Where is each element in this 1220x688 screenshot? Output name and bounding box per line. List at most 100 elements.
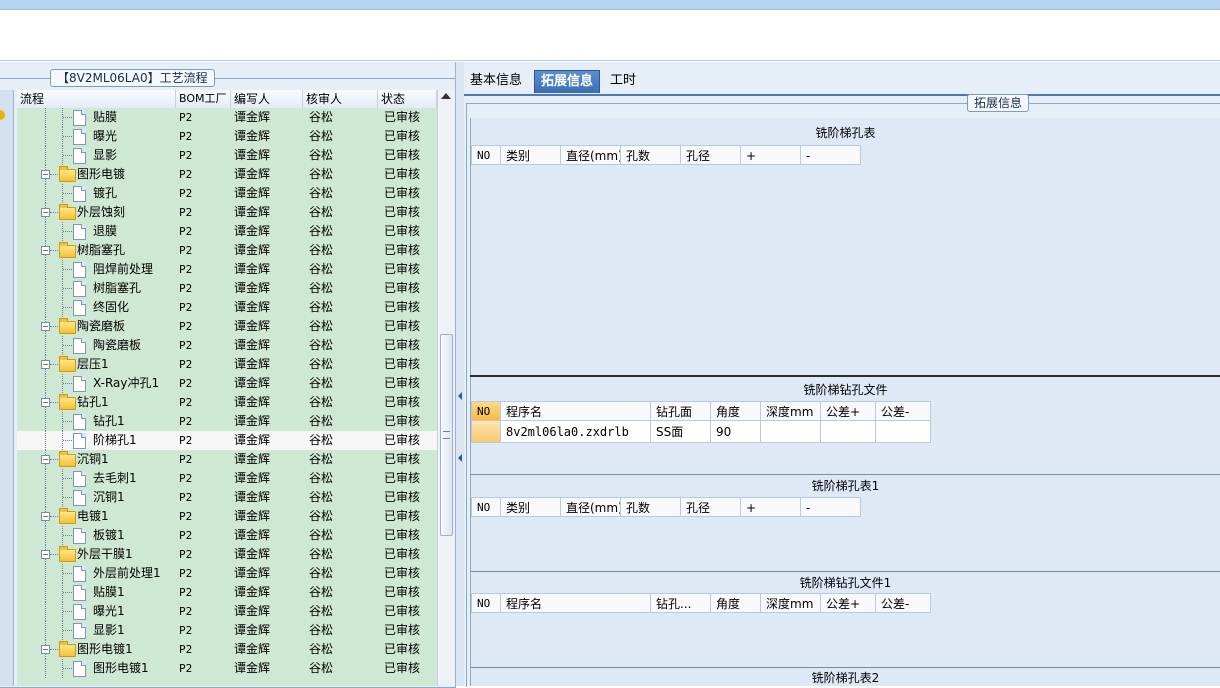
scroll-up-arrow-icon[interactable] <box>441 93 451 99</box>
col-tol-plus[interactable]: 公差+ <box>821 593 876 613</box>
collapse-toggle-icon[interactable]: − <box>41 322 50 331</box>
col-program-name[interactable]: 程序名 <box>501 593 651 613</box>
collapse-toggle-icon[interactable]: − <box>41 398 50 407</box>
tree-row[interactable]: 贴膜1 P2 谭金辉 谷松 已审核 <box>17 583 437 602</box>
col-diameter[interactable]: 直径(mm) <box>561 145 621 165</box>
tree-row[interactable]: − 外层干膜1 P2 谭金辉 谷松 已审核 <box>17 545 437 564</box>
tab-extended-info[interactable]: 拓展信息 <box>534 70 601 93</box>
tree-row[interactable]: 镀孔 P2 谭金辉 谷松 已审核 <box>17 184 437 203</box>
collapse-toggle-icon[interactable]: − <box>41 550 50 559</box>
cell-depth[interactable] <box>761 421 821 443</box>
collapse-toggle-icon[interactable]: − <box>41 208 50 217</box>
tab-basic-info[interactable]: 基本信息 <box>464 70 528 92</box>
tree-row[interactable]: 显影1 P2 谭金辉 谷松 已审核 <box>17 621 437 640</box>
col-no[interactable]: NO <box>471 145 501 165</box>
tree-row[interactable]: 贴膜 P2 谭金辉 谷松 已审核 <box>17 108 437 127</box>
col-category[interactable]: 类别 <box>501 497 561 517</box>
col-hole-size[interactable]: 孔径 <box>681 145 741 165</box>
cell-drill-side[interactable]: SS面 <box>651 421 711 443</box>
tree-scrollbar[interactable] <box>437 90 454 686</box>
tree-row[interactable]: 阻焊前处理 P2 谭金辉 谷松 已审核 <box>17 260 437 279</box>
col-hole-count[interactable]: 孔数 <box>621 497 681 517</box>
tree-row[interactable]: 退膜 P2 谭金辉 谷松 已审核 <box>17 222 437 241</box>
tree-row[interactable]: 图形电镀1 P2 谭金辉 谷松 已审核 <box>17 659 437 678</box>
splitter-arrow-icon[interactable] <box>458 454 462 462</box>
col-program-name[interactable]: 程序名 <box>501 401 651 421</box>
col-tol-minus[interactable]: 公差- <box>876 401 931 421</box>
tree-row[interactable]: − 图形电镀 P2 谭金辉 谷松 已审核 <box>17 165 437 184</box>
cell-tol-plus[interactable] <box>821 421 876 443</box>
col-depth[interactable]: 深度mm <box>761 401 821 421</box>
cell-angle[interactable]: 90 <box>711 421 761 443</box>
col-minus[interactable]: - <box>801 145 861 165</box>
col-hole-size[interactable]: 孔径 <box>681 497 741 517</box>
splitter-arrow-icon[interactable] <box>458 392 462 400</box>
col-category[interactable]: 类别 <box>501 145 561 165</box>
col-drill-side[interactable]: 钻孔面 <box>651 401 711 421</box>
cell-editor: 谭金辉 <box>234 243 271 257</box>
col-bom[interactable]: BOM工厂 <box>176 90 231 108</box>
step-hole-table1-section: 铣阶梯孔表1 NO 类别 直径(mm) 孔数 孔径 + - <box>471 475 1220 571</box>
left-collapse-strip[interactable] <box>0 90 14 686</box>
tree-row[interactable]: X-Ray冲孔1 P2 谭金辉 谷松 已审核 <box>17 374 437 393</box>
tree-row[interactable]: 板镀1 P2 谭金辉 谷松 已审核 <box>17 526 437 545</box>
cell-reviewer: 谷松 <box>309 129 334 143</box>
collapse-toggle-icon[interactable]: − <box>41 645 50 654</box>
col-angle[interactable]: 角度 <box>711 593 761 613</box>
tree-row[interactable]: − 电镀1 P2 谭金辉 谷松 已审核 <box>17 507 437 526</box>
col-tol-plus[interactable]: 公差+ <box>821 401 876 421</box>
col-angle[interactable]: 角度 <box>711 401 761 421</box>
tree-row[interactable]: 曝光1 P2 谭金辉 谷松 已审核 <box>17 602 437 621</box>
col-drill-side[interactable]: 钻孔... <box>651 593 711 613</box>
scroll-thumb[interactable] <box>440 334 453 536</box>
tree-row[interactable]: 阶梯孔1 P2 谭金辉 谷松 已审核 <box>17 431 437 450</box>
col-plus[interactable]: + <box>741 145 801 165</box>
col-no[interactable]: NO <box>471 497 501 517</box>
tree-row[interactable]: 树脂塞孔 P2 谭金辉 谷松 已审核 <box>17 279 437 298</box>
collapse-toggle-icon[interactable]: − <box>41 455 50 464</box>
cell-bom: P2 <box>179 149 193 162</box>
col-plus[interactable]: + <box>741 497 801 517</box>
collapse-toggle-icon[interactable]: − <box>41 246 50 255</box>
col-flow[interactable]: 流程 <box>17 90 176 108</box>
tree-row[interactable]: − 陶瓷磨板 P2 谭金辉 谷松 已审核 <box>17 317 437 336</box>
tree-row[interactable]: − 树脂塞孔 P2 谭金辉 谷松 已审核 <box>17 241 437 260</box>
col-no[interactable]: NO <box>471 401 501 421</box>
cell-reviewer: 谷松 <box>309 528 334 542</box>
col-hole-count[interactable]: 孔数 <box>621 145 681 165</box>
tree-row[interactable]: − 钻孔1 P2 谭金辉 谷松 已审核 <box>17 393 437 412</box>
collapse-toggle-icon[interactable]: − <box>41 170 50 179</box>
col-reviewer[interactable]: 核审人 <box>303 90 378 108</box>
tree-row[interactable]: 显影 P2 谭金辉 谷松 已审核 <box>17 146 437 165</box>
col-tol-minus[interactable]: 公差- <box>876 593 931 613</box>
tree-row[interactable]: − 外层蚀刻 P2 谭金辉 谷松 已审核 <box>17 203 437 222</box>
tree-row[interactable]: 终固化 P2 谭金辉 谷松 已审核 <box>17 298 437 317</box>
collapse-toggle-icon[interactable]: − <box>41 512 50 521</box>
col-no[interactable]: NO <box>471 593 501 613</box>
tree-row[interactable]: − 沉铜1 P2 谭金辉 谷松 已审核 <box>17 450 437 469</box>
col-depth[interactable]: 深度mm <box>761 593 821 613</box>
col-diameter[interactable]: 直径(mm) <box>561 497 621 517</box>
tree-row[interactable]: 沉铜1 P2 谭金辉 谷松 已审核 <box>17 488 437 507</box>
tree-line <box>63 440 72 442</box>
tree-row[interactable]: 陶瓷磨板 P2 谭金辉 谷松 已审核 <box>17 336 437 355</box>
tree-row[interactable]: − 层压1 P2 谭金辉 谷松 已审核 <box>17 355 437 374</box>
cell-reviewer: 谷松 <box>309 642 334 656</box>
process-tree[interactable]: 贴膜 P2 谭金辉 谷松 已审核 曝光 P2 谭金辉 谷松 已审核 显影 P2 谭金辉 谷松 已审核 − 图形电… <box>17 108 437 686</box>
col-minus[interactable]: - <box>801 497 861 517</box>
cell-bom: P2 <box>179 586 193 599</box>
drill-file-row[interactable]: 8v2ml06la0.zxdrlb SS面 90 <box>471 421 931 443</box>
tree-row[interactable]: 去毛刺1 P2 谭金辉 谷松 已审核 <box>17 469 437 488</box>
tree-row[interactable]: − 图形电镀1 P2 谭金辉 谷松 已审核 <box>17 640 437 659</box>
cell-tol-minus[interactable] <box>876 421 931 443</box>
collapse-marker-icon[interactable] <box>0 110 5 120</box>
tree-row[interactable]: 钻孔1 P2 谭金辉 谷松 已审核 <box>17 412 437 431</box>
tab-work-hours[interactable]: 工时 <box>604 70 642 92</box>
cell-program-name[interactable]: 8v2ml06la0.zxdrlb <box>501 421 651 443</box>
tree-row[interactable]: 外层前处理1 P2 谭金辉 谷松 已审核 <box>17 564 437 583</box>
col-status[interactable]: 状态 <box>378 90 437 108</box>
tree-row[interactable]: 曝光 P2 谭金辉 谷松 已审核 <box>17 127 437 146</box>
row-indicator[interactable] <box>471 421 501 443</box>
col-editor[interactable]: 编写人 <box>231 90 303 108</box>
collapse-toggle-icon[interactable]: − <box>41 360 50 369</box>
